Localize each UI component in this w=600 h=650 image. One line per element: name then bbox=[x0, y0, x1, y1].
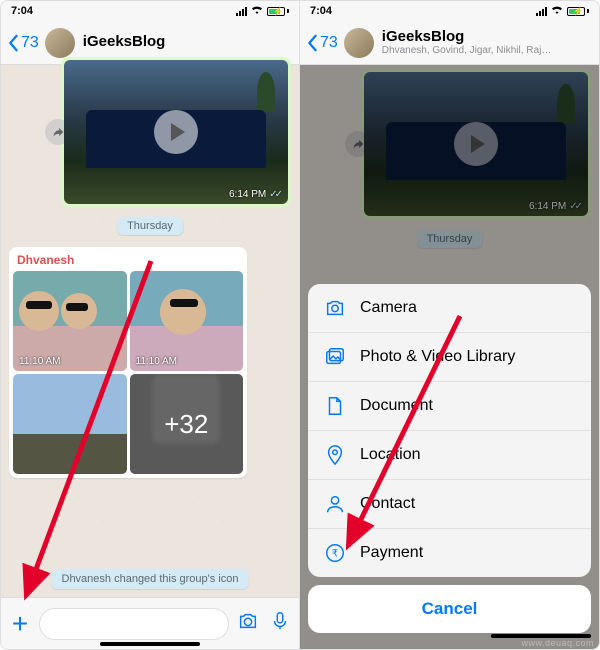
location-icon bbox=[324, 444, 346, 466]
photo-thumbnail-more[interactable]: +32 bbox=[130, 374, 244, 474]
chat-title[interactable]: iGeeksBlog Dhvanesh, Govind, Jigar, Nikh… bbox=[382, 29, 552, 57]
payment-icon: ₹ bbox=[324, 542, 346, 564]
video-thumbnail: 6:14 PM✓✓ bbox=[64, 60, 288, 204]
attachment-action-sheet: Camera Photo & Video Library Document Lo… bbox=[308, 284, 591, 641]
option-payment[interactable]: ₹ Payment bbox=[308, 529, 591, 577]
camera-button[interactable] bbox=[235, 610, 261, 637]
action-sheet-options: Camera Photo & Video Library Document Lo… bbox=[308, 284, 591, 577]
battery-icon: ⚡ bbox=[267, 7, 289, 16]
option-label: Photo & Video Library bbox=[360, 348, 515, 366]
cellular-icon bbox=[236, 7, 247, 16]
watermark: www.deuaq.com bbox=[521, 638, 594, 648]
svg-text:₹: ₹ bbox=[332, 549, 338, 560]
wifi-icon bbox=[250, 5, 264, 18]
status-time: 7:04 bbox=[310, 5, 332, 17]
photo-library-icon bbox=[324, 346, 346, 368]
option-contact[interactable]: Contact bbox=[308, 480, 591, 529]
message-time: 6:14 PM✓✓ bbox=[229, 189, 280, 200]
back-button[interactable]: 73 bbox=[7, 34, 39, 52]
group-avatar[interactable] bbox=[45, 28, 75, 58]
status-bar: 7:04 ⚡ bbox=[300, 1, 599, 21]
system-message: Dhvanesh changed this group's icon bbox=[52, 569, 249, 589]
option-label: Location bbox=[360, 446, 421, 464]
chat-title[interactable]: iGeeksBlog bbox=[83, 34, 166, 51]
option-label: Contact bbox=[360, 495, 415, 513]
chevron-left-icon bbox=[306, 34, 318, 52]
message-input[interactable] bbox=[39, 608, 229, 640]
option-document[interactable]: Document bbox=[308, 382, 591, 431]
option-camera[interactable]: Camera bbox=[308, 284, 591, 333]
video-message-bubble[interactable]: 6:14 PM✓✓ bbox=[61, 57, 291, 207]
cancel-label: Cancel bbox=[422, 599, 478, 618]
camera-icon bbox=[324, 297, 346, 319]
chevron-left-icon bbox=[7, 34, 19, 52]
photo-time: 11:10 AM bbox=[136, 356, 178, 367]
status-bar: 7:04 ⚡ bbox=[1, 1, 299, 21]
photo-gallery-bubble[interactable]: Dhvanesh 11:10 AM 11:10 AM +32 bbox=[9, 247, 247, 478]
attach-button[interactable]: + bbox=[7, 608, 33, 640]
read-ticks-icon: ✓✓ bbox=[269, 189, 280, 200]
chat-area: 6:14 PM✓✓ Thursday Dhvanesh 11:10 AM 11:… bbox=[1, 65, 299, 649]
cancel-button[interactable]: Cancel bbox=[308, 585, 591, 633]
option-label: Camera bbox=[360, 299, 417, 317]
right-screenshot: 7:04 ⚡ 73 iGeeksBlog Dhvanesh, Govind, J… bbox=[300, 1, 599, 649]
photo-thumbnail[interactable]: 11:10 AM bbox=[130, 271, 244, 371]
wifi-icon bbox=[550, 5, 564, 18]
play-icon[interactable] bbox=[154, 110, 198, 154]
status-indicators: ⚡ bbox=[236, 5, 289, 18]
back-count: 73 bbox=[21, 34, 39, 52]
chat-area: 6:14 PM✓✓ Thursday Camera Photo & Video … bbox=[300, 65, 599, 649]
contact-icon bbox=[324, 493, 346, 515]
mic-button[interactable] bbox=[267, 610, 293, 637]
home-indicator bbox=[100, 642, 200, 646]
chat-title-text: iGeeksBlog bbox=[382, 29, 552, 46]
left-screenshot: 7:04 ⚡ 73 iGeeksBlog bbox=[1, 1, 300, 649]
document-icon bbox=[324, 395, 346, 417]
status-indicators: ⚡ bbox=[536, 5, 589, 18]
date-separator: Thursday bbox=[117, 217, 183, 235]
back-button[interactable]: 73 bbox=[306, 34, 338, 52]
photo-time: 11:10 AM bbox=[19, 356, 61, 367]
option-location[interactable]: Location bbox=[308, 431, 591, 480]
sender-name: Dhvanesh bbox=[13, 251, 243, 271]
option-label: Document bbox=[360, 397, 433, 415]
chat-title-text: iGeeksBlog bbox=[83, 34, 166, 51]
back-count: 73 bbox=[320, 34, 338, 52]
group-avatar[interactable] bbox=[344, 28, 374, 58]
option-label: Payment bbox=[360, 544, 423, 562]
photo-thumbnail[interactable] bbox=[13, 374, 127, 474]
photo-grid: 11:10 AM 11:10 AM +32 bbox=[13, 271, 243, 474]
status-time: 7:04 bbox=[11, 5, 33, 17]
nav-header: 73 iGeeksBlog Dhvanesh, Govind, Jigar, N… bbox=[300, 21, 599, 65]
cellular-icon bbox=[536, 7, 547, 16]
option-photo-library[interactable]: Photo & Video Library bbox=[308, 333, 591, 382]
photo-thumbnail[interactable]: 11:10 AM bbox=[13, 271, 127, 371]
battery-icon: ⚡ bbox=[567, 7, 589, 16]
more-photos-count: +32 bbox=[130, 374, 244, 474]
input-bar: + bbox=[1, 597, 299, 649]
chat-subtitle: Dhvanesh, Govind, Jigar, Nikhil, Rajesh,… bbox=[382, 45, 552, 56]
